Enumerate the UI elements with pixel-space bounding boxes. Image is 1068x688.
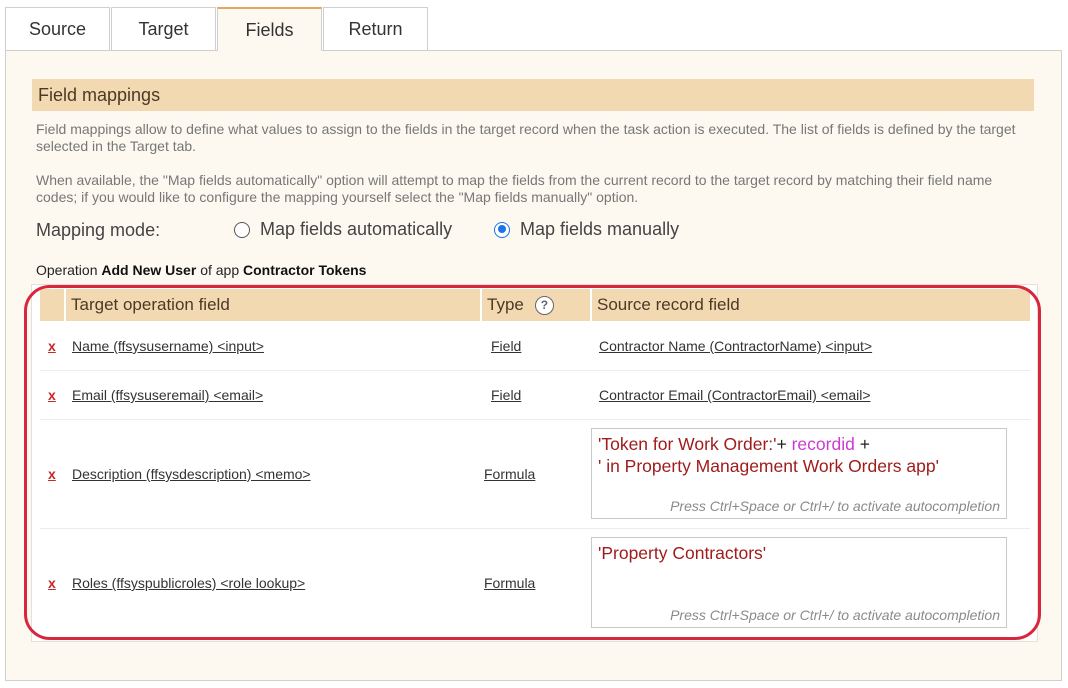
autocomplete-hint: Press Ctrl+Space or Ctrl+/ to activate a… (670, 607, 1000, 623)
autocomplete-hint: Press Ctrl+Space or Ctrl+/ to activate a… (670, 498, 1000, 514)
formula-editor[interactable]: 'Property Contractors' Press Ctrl+Space … (591, 537, 1007, 628)
radio-circle-manual[interactable] (494, 221, 510, 238)
radio-circle-auto[interactable] (234, 221, 250, 238)
tab-fields[interactable]: Fields (217, 7, 322, 51)
operation-prefix: Operation (36, 262, 98, 278)
table-row: x Name (ffsysusername) <input> Field Con… (40, 322, 1030, 371)
formula-string: ' in Property Management Work Orders app… (598, 456, 939, 476)
header-type-label: Type (487, 295, 524, 314)
mapping-table: Target operation field Type ? Source rec… (31, 284, 1038, 642)
tab-return[interactable]: Return (323, 7, 428, 50)
mapping-mode: Mapping mode: Map fields automatically M… (36, 219, 936, 243)
formula-operator: + (776, 434, 792, 454)
help-icon[interactable]: ? (534, 295, 554, 315)
description-text: Field mappings allow to define what valu… (36, 121, 1016, 154)
type-link[interactable]: Field (491, 338, 521, 354)
type-link[interactable]: Field (491, 387, 521, 403)
table-header: Target operation field Type ? Source rec… (40, 289, 1030, 321)
section-title: Field mappings (32, 79, 1034, 111)
table-row: x Roles (ffsyspublicroles) <role lookup>… (40, 529, 1030, 637)
operation-middle: of app (200, 262, 240, 278)
delete-row-button[interactable]: x (48, 387, 56, 403)
type-link[interactable]: Formula (484, 466, 535, 482)
delete-row-button[interactable]: x (48, 575, 56, 591)
radio-label-auto: Map fields automatically (260, 219, 453, 239)
target-field-link[interactable]: Name (ffsysusername) <input> (72, 338, 264, 354)
mapping-mode-label: Mapping mode: (36, 220, 161, 240)
type-link[interactable]: Formula (484, 575, 535, 591)
radio-map-automatically[interactable]: Map fields automatically (234, 219, 452, 240)
operation-line: Operation Add New User of app Contractor… (36, 262, 366, 278)
header-type: Type ? (480, 289, 590, 321)
target-field-link[interactable]: Roles (ffsyspublicroles) <role lookup> (72, 575, 305, 591)
header-source-field: Source record field (590, 289, 1030, 321)
tab-target[interactable]: Target (111, 7, 216, 50)
radio-map-manually[interactable]: Map fields manually (494, 219, 679, 240)
table-row: x Description (ffsysdescription) <memo> … (40, 420, 1030, 529)
formula-text: 'Property Contractors' (598, 542, 766, 564)
source-field-link[interactable]: Contractor Email (ContractorEmail) <emai… (599, 387, 871, 403)
formula-string: 'Property Contractors' (598, 543, 767, 563)
formula-operator: + (854, 434, 870, 454)
target-field-link[interactable]: Description (ffsysdescription) <memo> (72, 466, 311, 482)
operation-name: Add New User (101, 262, 197, 278)
header-target-field: Target operation field (64, 289, 480, 321)
source-field-link[interactable]: Contractor Name (ContractorName) <input> (599, 338, 872, 354)
delete-row-button[interactable]: x (48, 466, 56, 482)
fields-panel: Field mappings Field mappings allow to d… (5, 50, 1062, 681)
description-text-2: When available, the "Map fields automati… (36, 172, 993, 205)
formula-text: 'Token for Work Order:'+ recordid + ' in… (598, 433, 939, 477)
formula-string: 'Token for Work Order:' (598, 434, 777, 454)
operation-app: Contractor Tokens (243, 262, 367, 278)
delete-row-button[interactable]: x (48, 338, 56, 354)
tab-bar: Source Target Fields Return (5, 7, 429, 51)
target-field-link[interactable]: Email (ffsysuseremail) <email> (72, 387, 263, 403)
radio-label-manual: Map fields manually (520, 219, 680, 239)
table-row: x Email (ffsysuseremail) <email> Field C… (40, 371, 1030, 420)
tab-source[interactable]: Source (5, 7, 110, 50)
formula-editor[interactable]: 'Token for Work Order:'+ recordid + ' in… (591, 428, 1007, 519)
formula-keyword: recordid (791, 434, 855, 454)
